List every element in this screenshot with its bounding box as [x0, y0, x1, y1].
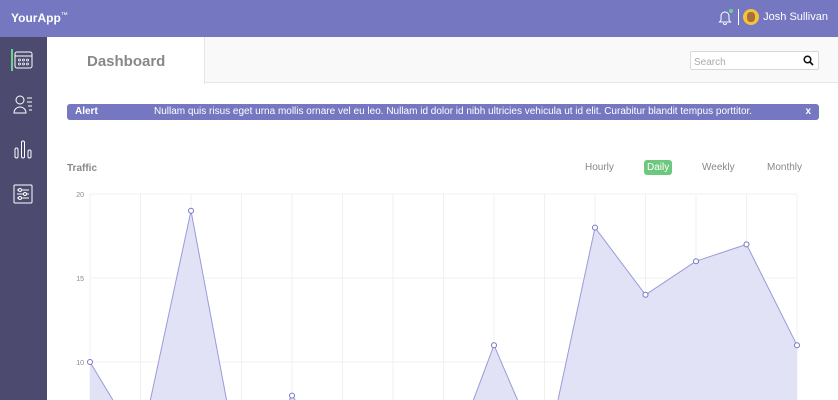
- data-point: [794, 342, 800, 349]
- data-point: [693, 258, 699, 265]
- data-point: [188, 207, 194, 214]
- y-tick-label: 20: [76, 192, 84, 199]
- traffic-chart: 20 15 10: [76, 192, 800, 400]
- data-point: [592, 224, 598, 231]
- data-point: [743, 241, 750, 248]
- data-point: [642, 291, 649, 298]
- y-tick-label: 10: [76, 360, 84, 367]
- data-point: [289, 392, 295, 399]
- y-tick-label: 15: [76, 276, 84, 283]
- data-point: [491, 342, 497, 349]
- data-point: [87, 359, 93, 365]
